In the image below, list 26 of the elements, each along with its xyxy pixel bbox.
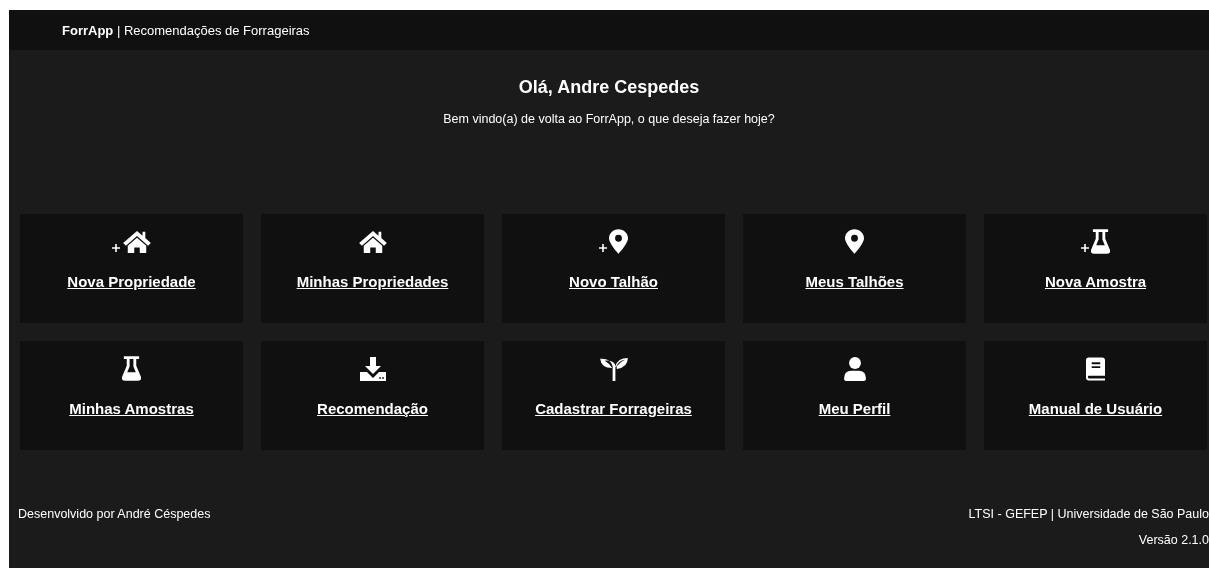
menu-tile[interactable]: Recomendação (261, 341, 484, 450)
menu-tile[interactable]: Minhas Amostras (20, 341, 243, 450)
house-icon (357, 230, 388, 254)
flask-icon (122, 356, 141, 381)
sprout-icon (599, 357, 628, 381)
book-icon (1086, 357, 1105, 381)
flask-icon (1091, 229, 1110, 254)
menu-tile[interactable]: Nova Propriedade (20, 214, 243, 323)
menu-tile[interactable]: Meus Talhões (743, 214, 966, 323)
menu-tile[interactable]: Cadastrar Forrageiras (502, 341, 725, 450)
greeting-title: Olá, Andre Cespedes (517, 77, 701, 98)
version-text: Versão 2.1.0 (1138, 533, 1209, 547)
welcome-message: Bem vindo(a) de volta ao ForrApp, o que deseja fazer hoje? (442, 112, 776, 126)
menu-tile[interactable]: Novo Talhão (502, 214, 725, 323)
map-pin-icon (609, 229, 628, 254)
download-icon (359, 357, 386, 381)
house-icon (121, 230, 152, 254)
developer-credit: Desenvolvido por André Céspedes (18, 507, 211, 523)
menu-tile[interactable]: Nova Amostra (984, 214, 1207, 323)
institution-text: LTSI - GEFEP | Universidade de São Paulo (968, 507, 1209, 521)
menu-tile[interactable]: Manual de Usuário (984, 341, 1207, 450)
user-icon (843, 357, 866, 381)
map-pin-icon (845, 229, 864, 254)
app-title: ForrApp | Recomendações de Forrageiras (62, 22, 310, 38)
menu-tile[interactable]: Minhas Propriedades (261, 214, 484, 323)
menu-tile[interactable]: Meu Perfil (743, 341, 966, 450)
